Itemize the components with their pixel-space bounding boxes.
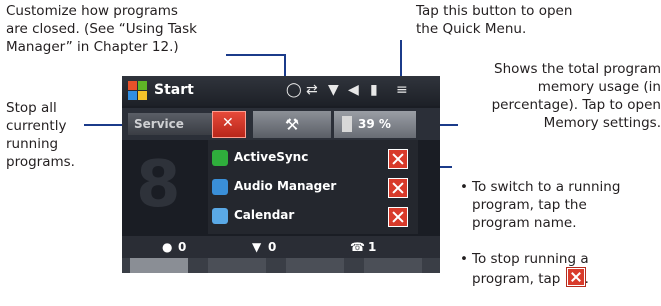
battery-icon[interactable]: ▮	[370, 82, 378, 98]
program-row[interactable]: Audio Manager	[208, 175, 418, 201]
stat-icon-a: ●	[162, 240, 173, 254]
callout-memory: Shows the total program memory usage (in…	[491, 61, 661, 131]
settings-button[interactable]: ⚒	[253, 111, 331, 138]
program-row[interactable]: Calendar	[208, 204, 418, 230]
leader-customize-h	[226, 54, 286, 56]
tab-programs[interactable]	[286, 258, 344, 273]
stats-row: ● 0 ▼ 0 ☎ 1	[122, 236, 440, 258]
running-programs-list: ActiveSync Audio Manager Calendar	[208, 140, 418, 234]
sync-icon[interactable]: ⇄	[306, 82, 318, 98]
callout-customize: Customize how programs are closed. (See …	[6, 3, 197, 55]
stat-value-b: 0	[268, 240, 277, 254]
start-label[interactable]: Start	[154, 82, 194, 98]
calendar-icon	[212, 208, 228, 224]
audio-manager-icon	[212, 179, 228, 195]
close-program-button[interactable]	[388, 178, 408, 198]
tab-memory[interactable]	[364, 258, 422, 273]
volume-icon[interactable]: ◀	[348, 82, 359, 98]
program-name[interactable]: Calendar	[234, 208, 294, 222]
activesync-icon	[212, 150, 228, 166]
notification-icon[interactable]: ◯	[286, 82, 302, 98]
title-bar: Start ◯ ⇄ ▼ ◀ ▮ ≡	[122, 76, 440, 106]
windows-start-icon[interactable]	[128, 81, 148, 101]
program-row[interactable]: ActiveSync	[208, 146, 418, 172]
signal-icon[interactable]: ▼	[328, 82, 339, 98]
stat-icon-b: ▼	[252, 240, 262, 254]
memory-card-icon	[342, 116, 352, 132]
stat-icon-c: ☎	[350, 240, 365, 254]
service-tab[interactable]: Service	[128, 113, 214, 135]
tab-home[interactable]	[130, 258, 188, 273]
program-name[interactable]: ActiveSync	[234, 150, 308, 164]
leader-quickmenu	[400, 40, 402, 76]
background-digit: 8	[136, 148, 181, 222]
callout-bullets: To switch to a running program, tap the …	[460, 160, 660, 306]
memory-usage-button[interactable]: 39 %	[334, 111, 416, 138]
bullet-switch: To switch to a running program, tap the …	[460, 178, 660, 232]
close-program-button[interactable]	[388, 207, 408, 227]
memory-percentage: 39 %	[358, 117, 391, 131]
tab-settings[interactable]	[208, 258, 266, 273]
bottom-tab-bar	[122, 258, 440, 273]
stat-value-a: 0	[178, 240, 187, 254]
task-manager-toolbar: Service ⚒ 39 %	[122, 108, 440, 140]
bullet-stop: To stop running a program, tap .	[460, 250, 660, 288]
close-program-button[interactable]	[388, 149, 408, 169]
program-name[interactable]: Audio Manager	[234, 179, 336, 193]
callout-quick-menu: Tap this button to open the Quick Menu.	[416, 3, 573, 37]
device-screen: Start ◯ ⇄ ▼ ◀ ▮ ≡ Service ⚒ 39 % 8 Activ…	[122, 76, 440, 273]
close-icon	[566, 268, 585, 286]
quick-menu-icon[interactable]: ≡	[396, 82, 408, 98]
stat-value-c: 1	[368, 240, 377, 254]
wrench-icon: ⚒	[284, 115, 300, 134]
stop-all-button[interactable]	[212, 111, 246, 138]
callout-stop-all: Stop all currently running programs.	[6, 100, 75, 170]
